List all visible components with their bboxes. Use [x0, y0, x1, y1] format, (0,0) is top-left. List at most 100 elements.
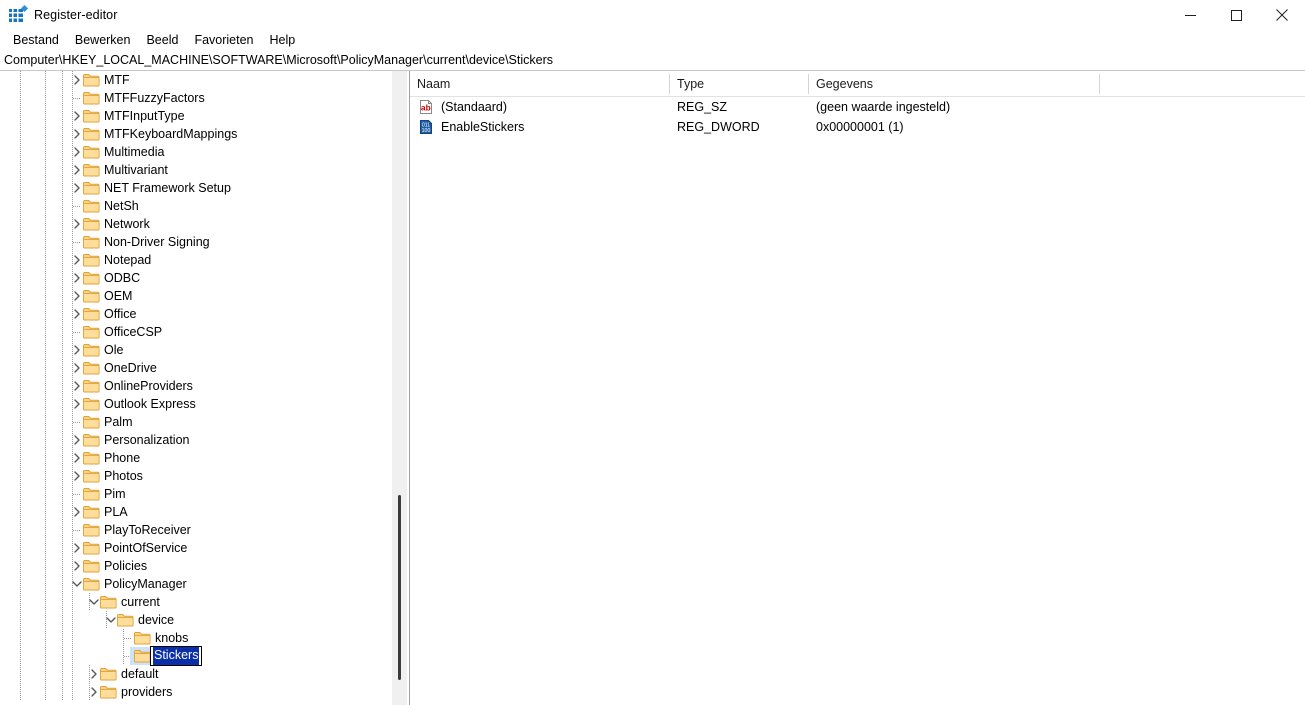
tree-node-oem[interactable]: OEM: [0, 287, 390, 305]
tree-node-onedrive[interactable]: OneDrive: [0, 359, 390, 377]
tree-node-multivariant[interactable]: Multivariant: [0, 161, 390, 179]
chevron-right-icon: [74, 453, 80, 463]
menu-item-bestand[interactable]: Bestand: [5, 32, 67, 48]
tree-node-label: providers: [121, 685, 173, 699]
folder-icon: [83, 181, 100, 195]
chevron-right-icon: [74, 255, 80, 265]
rename-input[interactable]: Stickers: [150, 646, 203, 666]
tree-node-non-driver-signing[interactable]: Non-Driver Signing: [0, 233, 390, 251]
tree-node-odbc[interactable]: ODBC: [0, 269, 390, 287]
folder-icon: [100, 685, 117, 699]
tree-node-mtfkeyboardmappings[interactable]: MTFKeyboardMappings: [0, 125, 390, 143]
tree-node-label: MTF: [104, 73, 130, 87]
address-bar[interactable]: Computer\HKEY_LOCAL_MACHINE\SOFTWARE\Mic…: [0, 50, 1305, 71]
tree-node-pla[interactable]: PLA: [0, 503, 390, 521]
tree-node-label: current: [121, 595, 160, 609]
folder-icon: [83, 451, 100, 465]
chevron-right-icon: [74, 345, 80, 355]
folder-icon: [83, 523, 100, 537]
tree-node-label: Palm: [104, 415, 133, 429]
tree-node-label: Ole: [104, 343, 124, 357]
registry-tree-pane[interactable]: MTF MTFFuzzyFactors MTFInputType MTFKeyboar…: [0, 71, 390, 705]
tree-node-pim[interactable]: Pim: [0, 485, 390, 503]
maximize-button[interactable]: [1213, 0, 1259, 30]
chevron-right-icon: [74, 219, 80, 229]
svg-text:ab: ab: [421, 102, 431, 112]
minimize-button[interactable]: [1167, 0, 1213, 30]
tree-node-label: Multimedia: [104, 145, 165, 159]
tree-node-providers[interactable]: providers: [0, 683, 390, 701]
tree-node-net-framework-setup[interactable]: NET Framework Setup: [0, 179, 390, 197]
chevron-right-icon: [74, 363, 80, 373]
tree-node-notepad[interactable]: Notepad: [0, 251, 390, 269]
registry-editor-icon: [9, 4, 29, 23]
column-divider-3[interactable]: [1099, 74, 1100, 94]
table-row[interactable]: 011 100 EnableStickers REG_DWORD 0x00000…: [410, 117, 1305, 137]
folder-icon: [83, 541, 100, 555]
folder-icon: [117, 614, 134, 627]
folder-icon: [83, 110, 100, 123]
tree-node-phone[interactable]: Phone: [0, 449, 390, 467]
tree-node-netsh[interactable]: NetSh: [0, 197, 390, 215]
folder-icon: [83, 73, 100, 87]
tree-node-pointofservice[interactable]: PointOfService: [0, 539, 390, 557]
column-header-type[interactable]: Type: [670, 71, 808, 97]
tree-node-policies[interactable]: Policies: [0, 557, 390, 575]
values-column-header: Naam Type Gegevens: [410, 71, 1305, 97]
folder-icon: [83, 416, 100, 429]
tree-node-label: device: [138, 613, 175, 627]
folder-icon: [83, 488, 100, 501]
tree-node-onlineproviders[interactable]: OnlineProviders: [0, 377, 390, 395]
tree-node-photos[interactable]: Photos: [0, 467, 390, 485]
folder-icon: [83, 253, 100, 267]
folder-icon: [100, 667, 117, 681]
folder-icon: [83, 145, 100, 159]
folder-icon: [83, 326, 100, 339]
folder-icon: [83, 487, 100, 501]
menu-item-help[interactable]: Help: [262, 32, 304, 48]
string-value-icon: ab: [418, 99, 434, 115]
menu-bar: Bestand Bewerken Beeld Favorieten Help: [0, 30, 1305, 50]
menu-item-beeld[interactable]: Beeld: [138, 32, 186, 48]
value-data: 0x00000001 (1): [816, 120, 904, 134]
tree-node-palm[interactable]: Palm: [0, 413, 390, 431]
folder-icon: [100, 595, 117, 609]
tree-node-mtffuzzyfactors[interactable]: MTFFuzzyFactors: [0, 89, 390, 107]
value-name: (Standaard): [441, 100, 508, 114]
chevron-right-icon: [74, 291, 80, 301]
tree-node-label: Office: [104, 307, 137, 321]
tree-node-network[interactable]: Network: [0, 215, 390, 233]
tree-node-label: Notepad: [104, 253, 152, 267]
registry-values-pane[interactable]: Naam Type Gegevens ab (Standaard) REG_SZ…: [410, 71, 1305, 705]
chevron-right-icon: [74, 273, 80, 283]
tree-node-device[interactable]: device: [0, 611, 390, 629]
column-header-name[interactable]: Naam: [410, 71, 669, 97]
tree-scrollbar-thumb[interactable]: [398, 495, 401, 680]
table-row[interactable]: ab (Standaard) REG_SZ (geen waarde inges…: [410, 97, 1305, 117]
tree-node-stickers[interactable]: Stickers: [0, 646, 390, 666]
chevron-right-icon: [74, 165, 80, 175]
tree-node-label: Policies: [104, 559, 148, 573]
tree-node-current[interactable]: current: [0, 593, 390, 611]
tree-node-personalization[interactable]: Personalization: [0, 431, 390, 449]
folder-icon: [83, 199, 100, 213]
tree-node-office[interactable]: Office: [0, 305, 390, 323]
tree-node-mtfinputtype[interactable]: MTFInputType: [0, 107, 390, 125]
tree-node-mtf[interactable]: MTF: [0, 71, 390, 89]
menu-item-bewerken[interactable]: Bewerken: [67, 32, 139, 48]
close-button[interactable]: [1259, 0, 1305, 30]
tree-node-ole[interactable]: Ole: [0, 341, 390, 359]
folder-icon: [134, 632, 151, 645]
column-header-data[interactable]: Gegevens: [809, 71, 1099, 97]
tree-node-knobs[interactable]: knobs: [0, 629, 390, 647]
tree-node-outlook-express[interactable]: Outlook Express: [0, 395, 390, 413]
tree-node-policymanager[interactable]: PolicyManager: [0, 575, 390, 593]
tree-node-officecsp[interactable]: OfficeCSP: [0, 323, 390, 341]
tree-node-playtoreceiver[interactable]: PlayToReceiver: [0, 521, 390, 539]
tree-node-default[interactable]: default: [0, 665, 390, 683]
folder-icon: [83, 217, 100, 231]
folder-icon: [83, 361, 100, 375]
menu-item-favorieten[interactable]: Favorieten: [186, 32, 261, 48]
folder-icon: [83, 325, 100, 339]
tree-node-multimedia[interactable]: Multimedia: [0, 143, 390, 161]
